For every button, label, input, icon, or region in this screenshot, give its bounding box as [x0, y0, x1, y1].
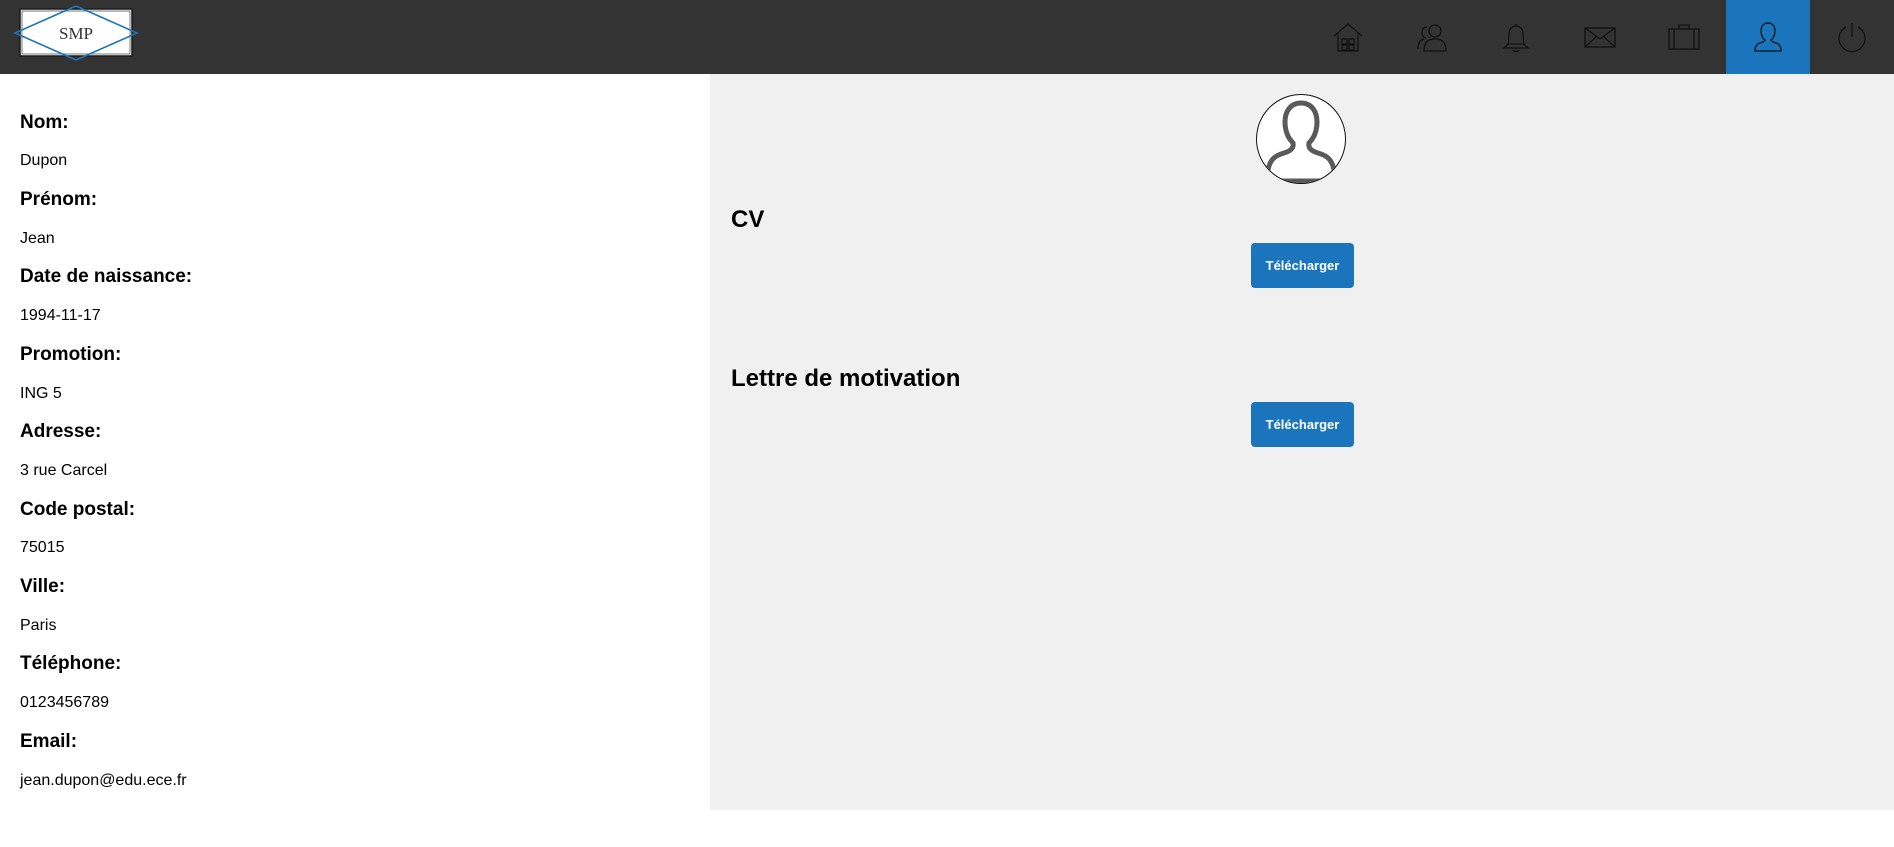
- field-value-code-postal: 75015: [20, 539, 65, 556]
- briefcase-icon: [1668, 24, 1700, 50]
- nav-menu: [1306, 0, 1894, 74]
- field-label-nom: Nom:: [20, 112, 69, 133]
- field-label-telephone: Téléphone:: [20, 653, 122, 674]
- field-value-prenom: Jean: [20, 230, 55, 247]
- nav-profile[interactable]: [1726, 0, 1810, 74]
- field-value-promotion: ING 5: [20, 385, 62, 402]
- logo-text: SMP: [59, 24, 93, 43]
- field-value-date-naissance: 1994-11-17: [20, 307, 101, 324]
- profile-info-panel: Nom: Dupon Prénom: Jean Date de naissanc…: [0, 74, 710, 810]
- nav-logout[interactable]: [1810, 0, 1894, 74]
- nav-notifications[interactable]: [1474, 0, 1558, 74]
- user-icon: [1754, 22, 1782, 52]
- user-avatar-icon: [1264, 100, 1338, 183]
- field-value-telephone: 0123456789: [20, 694, 109, 711]
- nav-messages[interactable]: [1558, 0, 1642, 74]
- power-icon: [1838, 23, 1866, 53]
- letter-download-button[interactable]: Télécharger: [1251, 402, 1354, 447]
- avatar: [1256, 94, 1346, 184]
- letter-title: Lettre de motivation: [731, 365, 961, 392]
- mail-icon: [1584, 27, 1616, 48]
- cv-title: CV: [731, 206, 765, 233]
- field-value-nom: Dupon: [20, 152, 68, 169]
- top-navbar: SMP: [0, 0, 1894, 74]
- field-value-ville: Paris: [20, 617, 57, 634]
- smp-logo[interactable]: SMP: [13, 4, 139, 66]
- nav-home[interactable]: [1306, 0, 1390, 74]
- nav-network[interactable]: [1390, 0, 1474, 74]
- cv-download-button[interactable]: Télécharger: [1251, 243, 1354, 288]
- field-value-adresse: 3 rue Carcel: [20, 462, 108, 479]
- home-icon: [1333, 23, 1363, 52]
- field-value-email: jean.dupon@edu.ece.fr: [20, 772, 187, 789]
- field-label-adresse: Adresse:: [20, 421, 102, 442]
- field-label-promotion: Promotion:: [20, 344, 122, 365]
- field-label-ville: Ville:: [20, 576, 66, 597]
- field-label-prenom: Prénom:: [20, 189, 98, 210]
- documents-panel: CV Télécharger Lettre de motivation Télé…: [710, 74, 1894, 810]
- bell-icon: [1502, 24, 1530, 53]
- nav-jobs[interactable]: [1642, 0, 1726, 74]
- field-label-date-naissance: Date de naissance:: [20, 266, 193, 287]
- field-label-email: Email:: [20, 731, 78, 752]
- users-icon: [1417, 24, 1447, 52]
- field-label-code-postal: Code postal:: [20, 499, 136, 520]
